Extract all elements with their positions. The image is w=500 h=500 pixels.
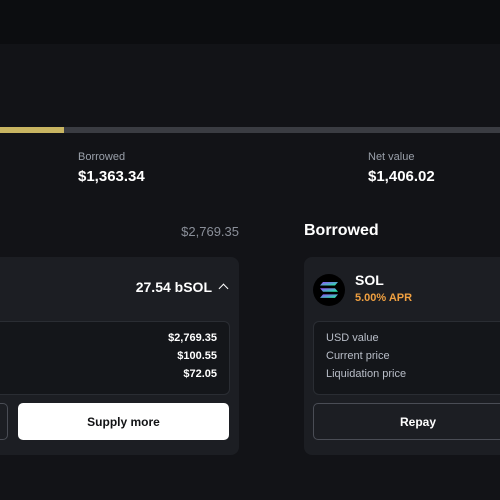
- borrowed-heading: Borrowed: [304, 222, 379, 239]
- borrowed-value: $1,363.34: [78, 168, 145, 185]
- supplied-total: $2,769.35: [181, 224, 239, 239]
- repay-button[interactable]: Repay: [313, 403, 500, 440]
- liquidation-price-label: Liquidation price: [326, 368, 407, 380]
- borrowed-token-apr: 5.00% APR: [355, 292, 413, 304]
- borrow-progress-fill: [0, 127, 64, 133]
- current-price-label: Current price: [326, 350, 390, 362]
- top-bar: [0, 0, 500, 44]
- net-value-label: Net value: [368, 151, 415, 163]
- borrowed-label: Borrowed: [78, 151, 126, 163]
- borrow-progress-bar: [0, 127, 500, 133]
- withdraw-button[interactable]: [0, 403, 8, 440]
- supplied-detail-value: $100.55: [177, 350, 217, 362]
- net-value-value: $1,406.02: [368, 168, 435, 185]
- supply-more-button[interactable]: Supply more: [18, 403, 229, 440]
- supplied-details-box: $2,769.35 $100.55 $72.05: [0, 321, 230, 395]
- solana-icon: [313, 274, 345, 306]
- supplied-detail-value: $2,769.35: [168, 332, 217, 344]
- supplied-detail-value: $72.05: [183, 368, 217, 380]
- supplied-amount: 27.54 bSOL: [135, 279, 212, 295]
- borrowed-details-box: USD value Current price Liquidation pric…: [313, 321, 500, 395]
- usd-value-label: USD value: [326, 332, 379, 344]
- chevron-up-icon: [218, 283, 229, 294]
- supplied-amount-toggle[interactable]: 27.54 bSOL: [135, 279, 229, 295]
- app-root: Borrowed $1,363.34 Net value $1,406.02 $…: [0, 0, 500, 500]
- borrowed-token-name: SOL: [355, 272, 384, 288]
- borrowed-position-card: SOL 5.00% APR USD value Current price Li…: [304, 257, 500, 455]
- supplied-position-card: 27.54 bSOL $2,769.35 $100.55 $72.05 Supp…: [0, 257, 239, 455]
